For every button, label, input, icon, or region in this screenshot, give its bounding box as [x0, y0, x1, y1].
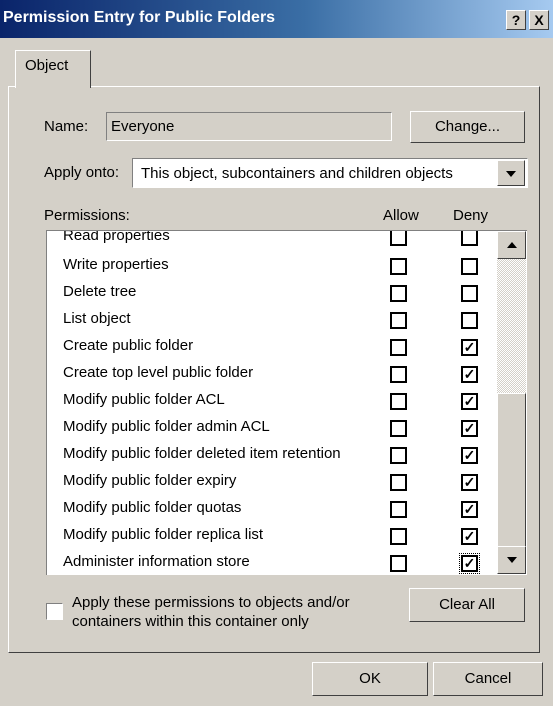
- allow-checkbox[interactable]: [390, 393, 407, 410]
- scroll-up-button[interactable]: [497, 231, 526, 259]
- allow-checkbox[interactable]: [390, 285, 407, 302]
- permission-row: Modify public folder deleted item retent…: [47, 445, 497, 472]
- permission-name: Read properties: [63, 230, 170, 244]
- tab-object[interactable]: Object: [15, 50, 91, 88]
- scroll-down-button[interactable]: [497, 546, 526, 574]
- deny-checkbox[interactable]: ✓: [461, 420, 478, 437]
- apply-onto-dropdown-button[interactable]: [497, 160, 525, 186]
- name-field: Everyone: [106, 112, 392, 141]
- permission-name: Modify public folder ACL: [63, 391, 225, 408]
- allow-checkbox[interactable]: [390, 231, 407, 246]
- apply-onto-label: Apply onto:: [44, 164, 120, 181]
- permission-row: Modify public folder admin ACL ✓: [47, 418, 497, 445]
- scroll-thumb[interactable]: [497, 393, 526, 548]
- close-button[interactable]: X: [529, 10, 549, 30]
- deny-checkbox[interactable]: ✓: [459, 553, 480, 574]
- permission-row: Modify public folder replica list ✓: [47, 526, 497, 553]
- permission-row: Delete tree: [47, 283, 497, 310]
- allow-checkbox[interactable]: [390, 474, 407, 491]
- cancel-button[interactable]: Cancel: [433, 662, 543, 696]
- permission-name: Administer information store: [63, 553, 250, 570]
- deny-header: Deny: [453, 207, 489, 224]
- permission-row: Create top level public folder ✓: [47, 364, 497, 391]
- allow-header: Allow: [383, 207, 419, 224]
- permission-row: Write properties: [47, 256, 497, 283]
- change-button[interactable]: Change...: [410, 111, 525, 143]
- permission-row: Create public folder ✓: [47, 337, 497, 364]
- deny-checkbox[interactable]: [461, 312, 478, 329]
- permissions-scrollbar[interactable]: [497, 231, 526, 574]
- deny-checkbox[interactable]: [461, 258, 478, 275]
- permission-row: Modify public folder expiry ✓: [47, 472, 497, 499]
- permission-name: Write properties: [63, 256, 169, 273]
- tab-object-label: Object: [25, 57, 69, 74]
- deny-checkbox[interactable]: ✓: [461, 528, 478, 545]
- permission-row: Modify public folder ACL ✓: [47, 391, 497, 418]
- permission-name: Modify public folder quotas: [63, 499, 242, 516]
- permission-name: Create top level public folder: [63, 364, 254, 381]
- deny-checkbox[interactable]: [461, 285, 478, 302]
- ok-button[interactable]: OK: [312, 662, 428, 696]
- window-title: Permission Entry for Public Folders: [3, 9, 276, 26]
- allow-checkbox[interactable]: [390, 366, 407, 383]
- deny-checkbox[interactable]: ✓: [461, 501, 478, 518]
- allow-checkbox[interactable]: [390, 501, 407, 518]
- help-button[interactable]: ?: [506, 10, 526, 30]
- permission-row: Modify public folder quotas ✓: [47, 499, 497, 526]
- permission-row: Administer information store ✓: [47, 553, 497, 575]
- permission-name: Delete tree: [63, 283, 137, 300]
- name-value: Everyone: [111, 118, 175, 135]
- allow-checkbox[interactable]: [390, 528, 407, 545]
- permission-name: Modify public folder replica list: [63, 526, 264, 543]
- allow-checkbox[interactable]: [390, 339, 407, 356]
- permission-name: List object: [63, 310, 131, 327]
- permission-name: Create public folder: [63, 337, 194, 354]
- name-label: Name:: [44, 118, 89, 135]
- deny-checkbox[interactable]: ✓: [461, 339, 478, 356]
- permission-row: List object: [47, 310, 497, 337]
- permission-name: Modify public folder admin ACL: [63, 418, 270, 435]
- deny-checkbox[interactable]: ✓: [461, 447, 478, 464]
- permission-name: Modify public folder expiry: [63, 472, 237, 489]
- apply-onto-value: This object, subcontainers and children …: [141, 165, 453, 182]
- deny-checkbox[interactable]: ✓: [461, 474, 478, 491]
- title-bar: Permission Entry for Public Folders ? X: [0, 0, 553, 38]
- apply-checkbox-label-line1: Apply these permissions to objects and/o…: [72, 594, 350, 611]
- deny-checkbox[interactable]: [461, 231, 478, 246]
- allow-checkbox[interactable]: [390, 447, 407, 464]
- permissions-list: Read properties Write properties Delete …: [46, 230, 527, 575]
- allow-checkbox[interactable]: [390, 312, 407, 329]
- permission-row: Read properties: [47, 230, 497, 254]
- allow-checkbox[interactable]: [390, 258, 407, 275]
- apply-onto-select[interactable]: This object, subcontainers and children …: [132, 158, 528, 188]
- permissions-label: Permissions:: [44, 207, 130, 224]
- permission-name: Modify public folder deleted item retent…: [63, 445, 341, 462]
- deny-checkbox[interactable]: ✓: [461, 366, 478, 383]
- apply-checkbox[interactable]: [46, 603, 63, 620]
- allow-checkbox[interactable]: [390, 420, 407, 437]
- allow-checkbox[interactable]: [390, 555, 407, 572]
- deny-checkbox[interactable]: ✓: [461, 393, 478, 410]
- clear-all-button[interactable]: Clear All: [409, 588, 525, 622]
- chevron-up-icon: [507, 242, 517, 248]
- chevron-down-icon: [506, 171, 516, 177]
- chevron-down-icon: [507, 557, 517, 563]
- apply-checkbox-label-line2: containers within this container only: [72, 613, 309, 630]
